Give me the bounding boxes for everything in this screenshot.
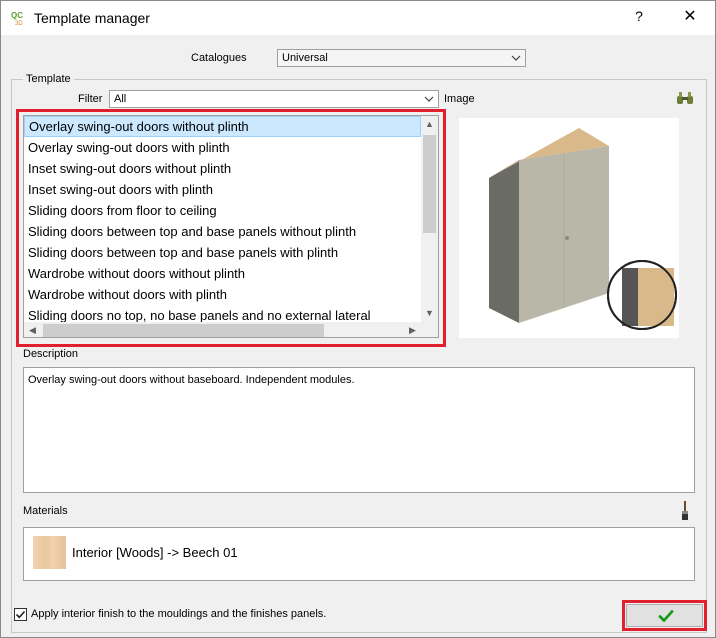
help-button[interactable]: ?: [627, 8, 651, 28]
filter-label: Filter: [78, 93, 103, 105]
image-label: Image: [444, 93, 475, 105]
chevron-down-icon: [424, 96, 434, 102]
svg-text:QC: QC: [11, 11, 23, 20]
description-text: Overlay swing-out doors without baseboar…: [23, 367, 695, 493]
list-highlight-frame: [16, 109, 446, 347]
filter-value: All: [114, 93, 127, 105]
materials-list[interactable]: Interior [Woods] -> Beech 01: [23, 527, 695, 581]
app-logo-icon: QC 3D: [11, 11, 23, 26]
catalogues-dropdown[interactable]: Universal: [277, 49, 526, 67]
apply-interior-finish-checkbox[interactable]: [14, 608, 27, 621]
apply-interior-finish-label: Apply interior finish to the mouldings a…: [31, 608, 327, 620]
close-button[interactable]: ✕: [677, 6, 703, 30]
catalogues-label: Catalogues: [191, 52, 247, 64]
checkmark-small-icon: [15, 610, 26, 619]
material-swatch: [33, 536, 66, 569]
window-title: Template manager: [34, 10, 150, 26]
template-group-title: Template: [23, 73, 74, 85]
filter-dropdown[interactable]: All: [109, 90, 439, 108]
wardrobe-preview-icon: [489, 128, 677, 330]
brush-icon[interactable]: [679, 501, 691, 521]
description-label: Description: [23, 348, 79, 360]
svg-text:3D: 3D: [15, 21, 23, 26]
title-bar: QC 3D Template manager ? ✕: [1, 1, 715, 35]
chevron-down-icon: [511, 55, 521, 61]
material-item-label: Interior [Woods] -> Beech 01: [72, 545, 238, 560]
binoculars-icon[interactable]: [676, 91, 694, 105]
materials-label: Materials: [23, 505, 68, 517]
checkmark-icon: [658, 610, 674, 622]
template-manager-window: QC 3D Template manager ? ✕ Catalogues Un…: [0, 0, 716, 638]
template-preview-image: [459, 118, 679, 338]
ok-button[interactable]: [626, 604, 703, 627]
catalogues-value: Universal: [282, 52, 328, 64]
